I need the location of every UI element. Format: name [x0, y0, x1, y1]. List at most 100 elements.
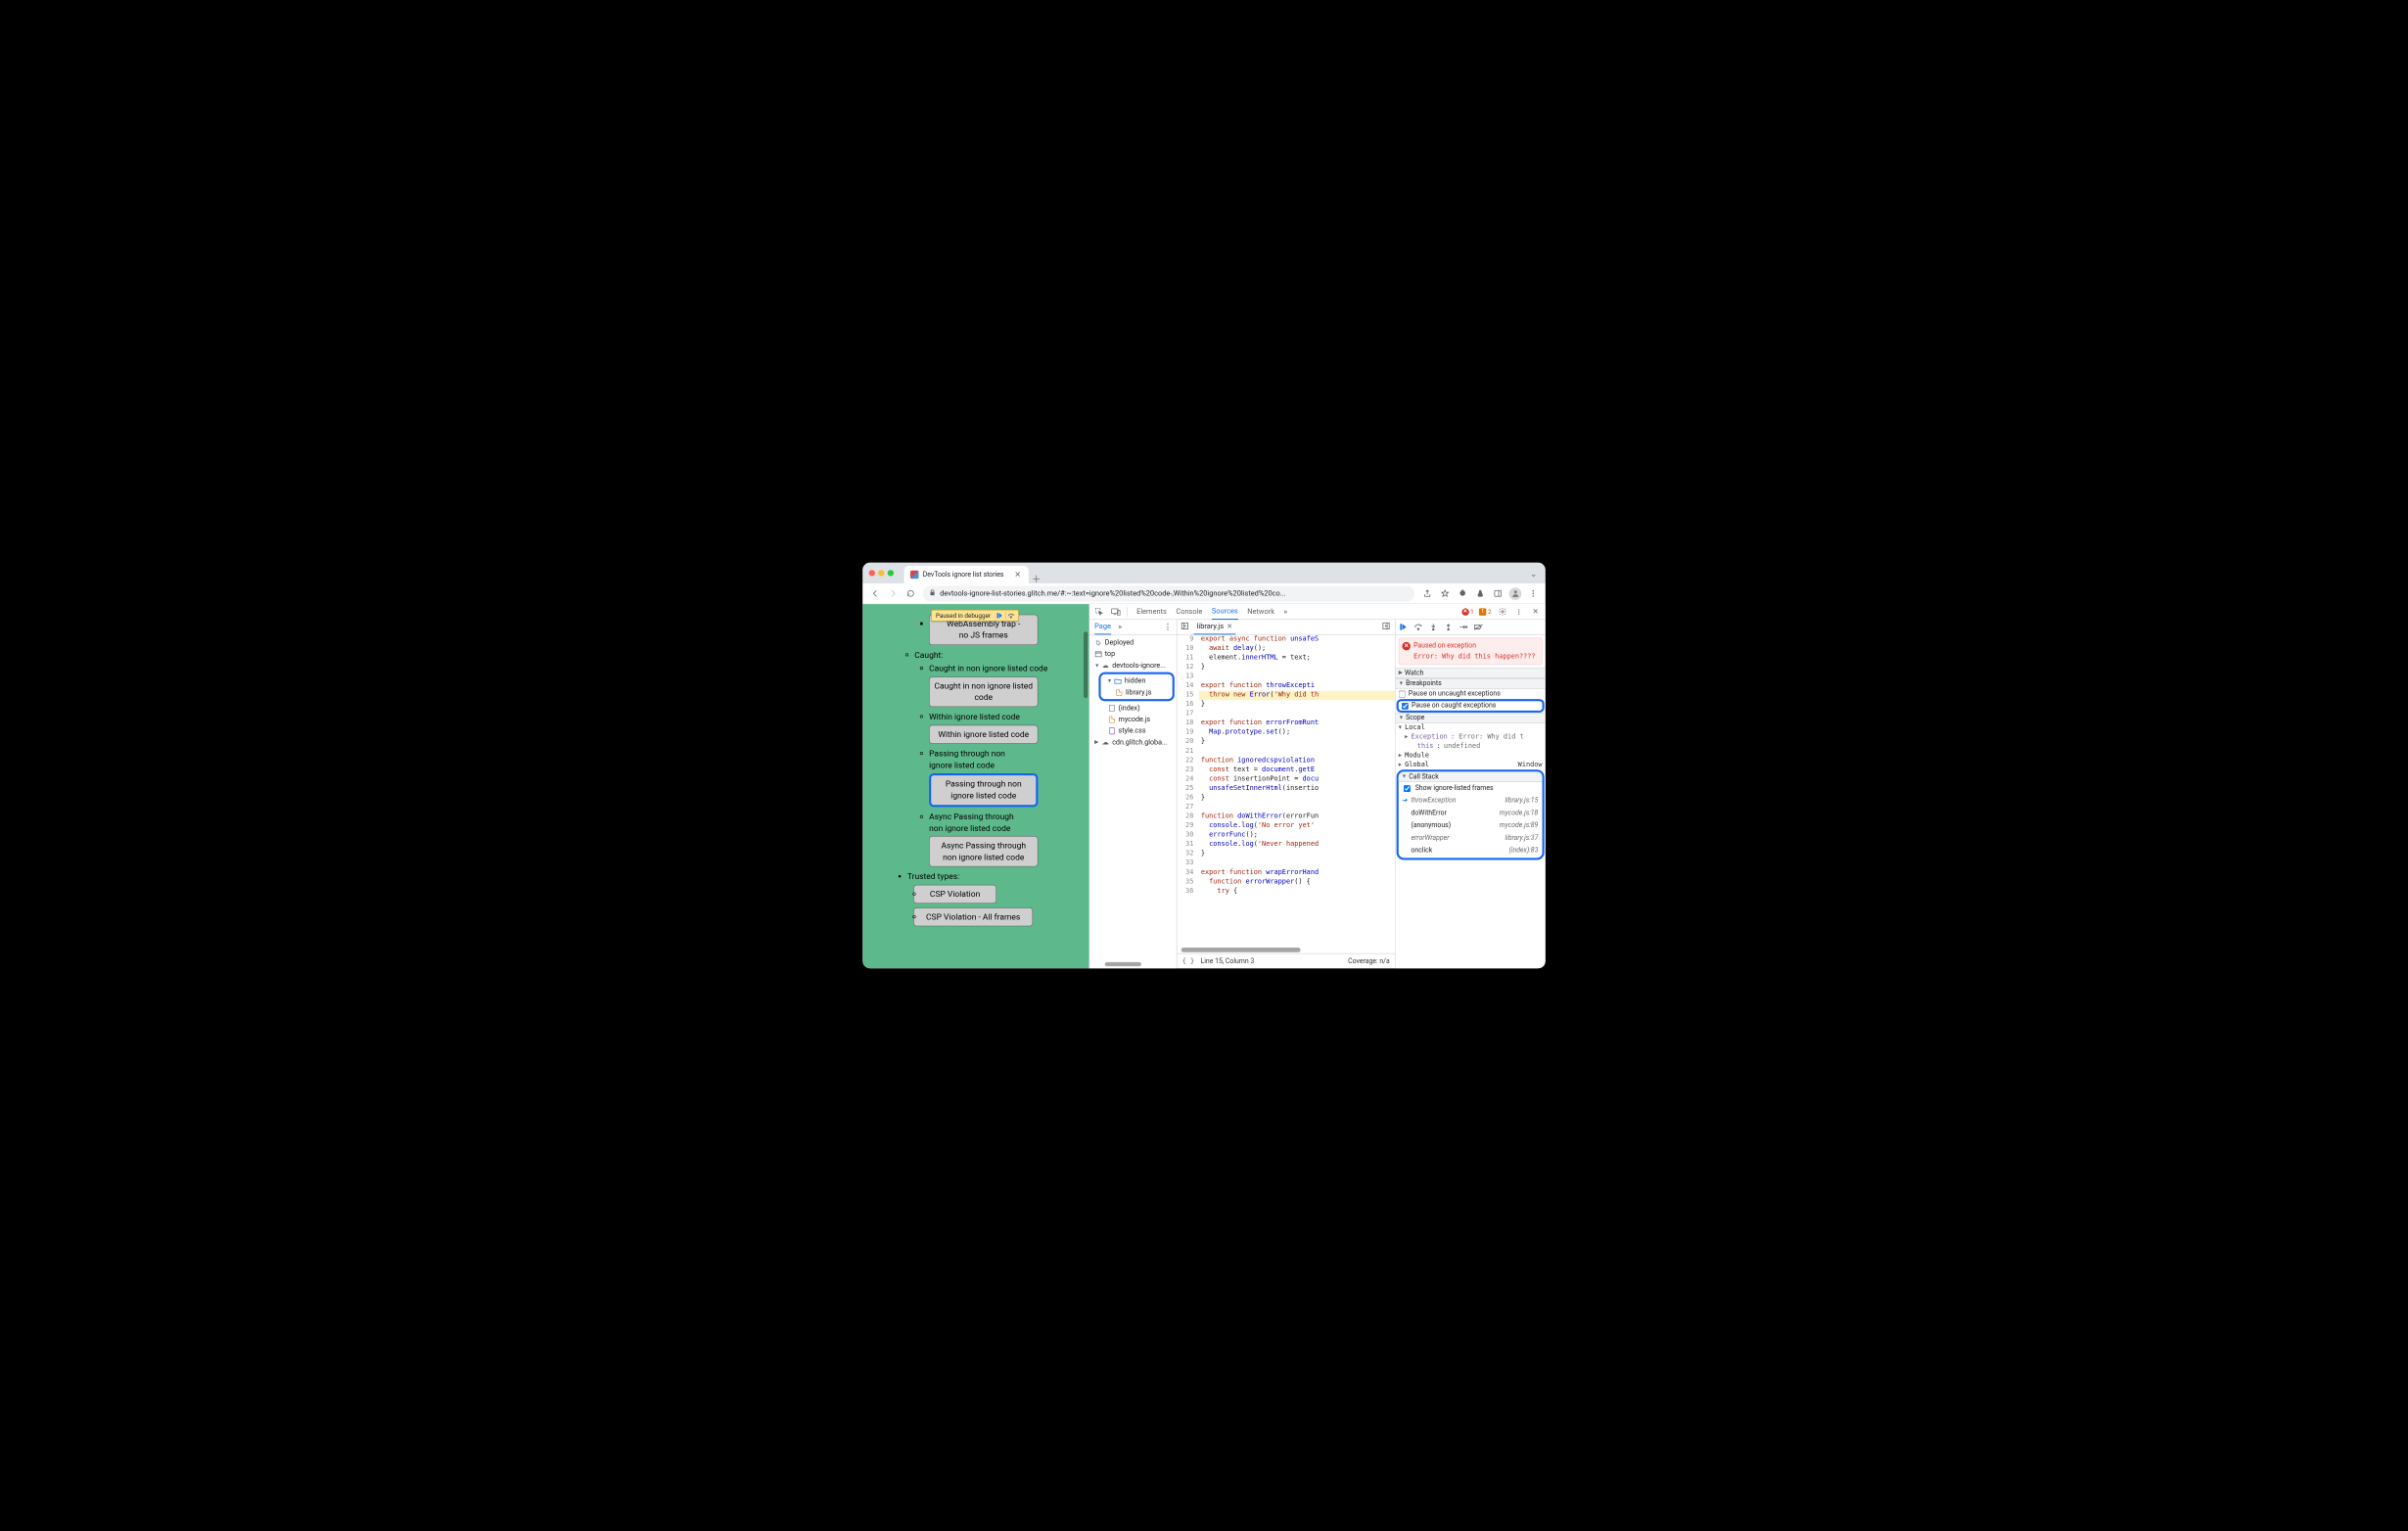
caught-btn-4[interactable]: Async Passing through non ignore listed … [929, 836, 1038, 866]
pause-caught-checkbox[interactable] [1402, 703, 1409, 710]
code-line-10[interactable]: 10 await delay(); [1177, 644, 1395, 654]
resume-button[interactable] [1399, 623, 1409, 632]
pretty-print-icon[interactable]: { } [1182, 957, 1194, 965]
tree-host[interactable]: ▼☁devtools-ignore... [1089, 660, 1177, 672]
code-line-26[interactable]: 26} [1177, 794, 1395, 804]
tab-sources[interactable]: Sources [1212, 604, 1238, 620]
tab-network[interactable]: Network [1247, 604, 1274, 620]
warning-badge[interactable]: !2 [1479, 608, 1492, 615]
tab-console[interactable]: Console [1176, 604, 1202, 620]
code-area[interactable]: 9export async function unsafeS10 await d… [1177, 634, 1395, 952]
show-ignore-listed-checkbox[interactable] [1404, 785, 1411, 792]
scope-global[interactable]: ▶GlobalWindow [1396, 761, 1546, 770]
pause-uncaught-checkbox[interactable] [1399, 690, 1406, 697]
zoom-window-button[interactable] [888, 570, 894, 576]
kebab-menu-button[interactable] [1526, 586, 1541, 601]
code-line-12[interactable]: 12} [1177, 663, 1395, 673]
settings-icon[interactable] [1497, 606, 1508, 618]
watch-section[interactable]: ▶Watch [1396, 668, 1546, 678]
code-line-27[interactable]: 27 [1177, 803, 1395, 812]
profile-button[interactable] [1508, 586, 1523, 601]
scope-module[interactable]: ▶Module [1396, 751, 1546, 761]
side-panel-button[interactable] [1491, 586, 1505, 601]
csp-violation-button[interactable]: CSP Violation [913, 885, 996, 904]
code-line-33[interactable]: 33 [1177, 858, 1395, 868]
code-line-20[interactable]: 20} [1177, 737, 1395, 747]
pill-step-button[interactable] [1005, 612, 1017, 620]
caught-btn-1[interactable]: Caught in non ignore listed code [929, 676, 1038, 707]
code-line-36[interactable]: 36 try { [1177, 887, 1395, 897]
call-frame[interactable]: errorWrapperlibrary.js:37 [1399, 832, 1543, 845]
tree-library-js[interactable]: library.js [1101, 686, 1173, 698]
code-line-21[interactable]: 21 [1177, 747, 1395, 757]
call-frame[interactable]: (anonymous)mycode.js:89 [1399, 819, 1543, 832]
scope-section[interactable]: ▼Scope [1396, 713, 1546, 723]
code-line-22[interactable]: 22function ignoredcspviolation [1177, 756, 1395, 766]
editor-expand-icon[interactable] [1382, 623, 1390, 632]
inspect-icon[interactable] [1093, 606, 1105, 618]
code-line-16[interactable]: 16} [1177, 700, 1395, 710]
scope-local[interactable]: ▼Local [1396, 723, 1546, 733]
pill-resume-button[interactable] [994, 612, 1005, 620]
close-tab-button[interactable]: ✕ [1013, 570, 1023, 580]
close-file-icon[interactable]: ✕ [1227, 623, 1232, 630]
minimize-window-button[interactable] [878, 570, 884, 576]
callstack-section[interactable]: ▼Call Stack [1399, 771, 1543, 782]
bookmark-button[interactable] [1438, 586, 1453, 601]
code-line-13[interactable]: 13 [1177, 673, 1395, 682]
editor-collapse-icon[interactable] [1181, 623, 1189, 632]
error-badge[interactable]: ✕1 [1461, 608, 1474, 615]
code-line-31[interactable]: 31 console.log('Never happened [1177, 840, 1395, 850]
code-line-17[interactable]: 17 [1177, 710, 1395, 719]
call-frame[interactable]: ➔throwExceptionlibrary.js:15 [1399, 795, 1543, 808]
code-line-32[interactable]: 32} [1177, 850, 1395, 859]
tree-mycode-js[interactable]: mycode.js [1089, 714, 1177, 725]
code-line-35[interactable]: 35 function errorWrapper() { [1177, 877, 1395, 887]
device-toggle-icon[interactable] [1110, 606, 1122, 618]
code-line-11[interactable]: 11 element.innerHTML = text; [1177, 654, 1395, 664]
tree-top[interactable]: top [1089, 648, 1177, 660]
back-button[interactable] [868, 586, 883, 601]
code-line-25[interactable]: 25 unsafeSetInnerHtml(insertio [1177, 784, 1395, 794]
code-scrollbar[interactable] [1181, 948, 1301, 952]
pause-caught-row[interactable]: Pause on caught exceptions [1397, 699, 1545, 713]
breakpoints-section[interactable]: ▼Breakpoints [1396, 678, 1546, 689]
code-line-34[interactable]: 34export function wrapErrorHand [1177, 868, 1395, 878]
devtools-kebab-icon[interactable] [1513, 606, 1525, 618]
code-line-19[interactable]: 19 Map.prototype.set(); [1177, 728, 1395, 738]
code-line-9[interactable]: 9export async function unsafeS [1177, 634, 1395, 644]
call-frame[interactable]: onclick(index):83 [1399, 845, 1543, 858]
code-line-15[interactable]: 15 throw new Error('Why did th [1177, 691, 1395, 701]
labs-button[interactable] [1473, 586, 1488, 601]
extensions-button[interactable] [1456, 586, 1470, 601]
tabs-overflow-button[interactable]: ⌄ [1530, 569, 1537, 579]
deactivate-breakpoints-button[interactable] [1474, 623, 1484, 632]
csp-violation-all-button[interactable]: CSP Violation - All frames [913, 907, 1033, 926]
code-line-23[interactable]: 23 const text = document.getE [1177, 766, 1395, 775]
tree-index[interactable]: (index) [1089, 702, 1177, 714]
reload-button[interactable] [903, 586, 918, 601]
caught-btn-2[interactable]: Within ignore listed code [929, 725, 1038, 744]
nav-more-icon[interactable]: » [1118, 623, 1122, 630]
tab-elements[interactable]: Elements [1136, 604, 1167, 620]
scope-exception[interactable]: ▶Exception: Error: Why did t [1396, 732, 1546, 742]
browser-tab[interactable]: DevTools ignore list stories ✕ [904, 566, 1029, 583]
code-line-29[interactable]: 29 console.log('No error yet' [1177, 821, 1395, 831]
code-line-18[interactable]: 18export function errorFromRunt [1177, 719, 1395, 728]
nav-scrollbar[interactable] [1105, 962, 1141, 966]
pause-uncaught-row[interactable]: Pause on uncaught exceptions [1396, 689, 1546, 700]
tree-hidden-folder[interactable]: ▼hidden [1101, 675, 1173, 687]
nav-kebab-icon[interactable]: ⋮ [1164, 623, 1171, 630]
new-tab-button[interactable]: ＋ [1032, 574, 1042, 583]
tree-deployed[interactable]: Deployed [1089, 637, 1177, 649]
tree-style-css[interactable]: style.css [1089, 725, 1177, 737]
share-button[interactable] [1419, 586, 1434, 601]
address-bar[interactable]: devtools-ignore-list-stories.glitch.me/#… [923, 585, 1414, 601]
call-frame[interactable]: doWithErrormycode.js:18 [1399, 807, 1543, 819]
caught-btn-3[interactable]: Passing through non ignore listed code [929, 773, 1038, 807]
nav-tab-page[interactable]: Page [1094, 620, 1111, 634]
tabs-more-icon[interactable]: » [1284, 604, 1288, 620]
step-over-button[interactable] [1413, 623, 1423, 632]
show-ignore-listed-row[interactable]: Show ignore-listed frames [1399, 782, 1543, 795]
tree-cdn[interactable]: ▶☁cdn.glitch.globa... [1089, 736, 1177, 748]
